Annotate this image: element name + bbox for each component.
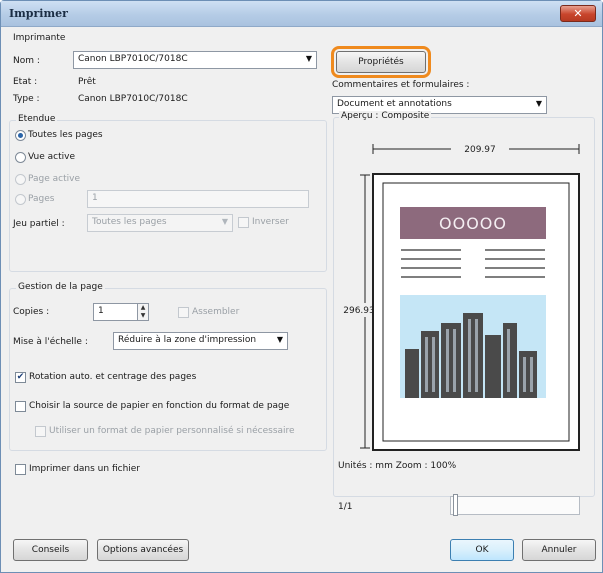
custom-paper-label: Utiliser un format de papier personnalis…: [49, 426, 295, 436]
printer-type-value: Canon LBP7010C/7018C: [78, 94, 188, 104]
preview-circles-text: OOOOO: [439, 214, 507, 233]
copies-label: Copies :: [13, 307, 50, 317]
range-all-label: Toutes les pages: [28, 130, 103, 140]
print-dialog: Imprimer ✕ Imprimante Nom : Canon LBP701…: [0, 0, 603, 573]
collate-label: Assembler: [192, 307, 240, 317]
scaling-value: Réduire à la zone d'impression: [118, 335, 257, 345]
scaling-label: Mise à l'échelle :: [13, 337, 88, 347]
cancel-button[interactable]: Annuler: [522, 539, 596, 561]
printer-type-label: Type :: [13, 94, 40, 104]
height-dim-value: 296.93: [343, 306, 375, 316]
printer-status-label: Etat :: [13, 77, 38, 87]
autorotate-label: Rotation auto. et centrage des pages: [29, 372, 197, 382]
width-dim-value: 209.97: [464, 145, 496, 155]
advanced-options-button[interactable]: Options avancées: [97, 539, 189, 561]
range-all-radio[interactable]: [15, 130, 26, 141]
subset-select[interactable]: Toutes les pages ▼: [87, 214, 233, 232]
reverse-checkbox[interactable]: [238, 217, 249, 228]
cancel-button-label: Annuler: [541, 545, 577, 555]
custom-paper-checkbox[interactable]: [35, 426, 46, 437]
page-handling-group-label: Gestion de la page: [16, 282, 105, 292]
pages-input[interactable]: 1: [87, 190, 309, 208]
printer-status-value: Prêt: [78, 77, 96, 87]
ok-button[interactable]: OK: [450, 539, 514, 561]
scaling-select[interactable]: Réduire à la zone d'impression ▼: [113, 332, 288, 350]
range-current-page-radio[interactable]: [15, 174, 26, 185]
range-group-label: Etendue: [16, 114, 58, 124]
tips-button[interactable]: Conseils: [13, 539, 88, 561]
dropdown-arrow-icon: ▼: [535, 99, 542, 108]
range-current-page-label: Page active: [28, 174, 81, 184]
dialog-title: Imprimer: [9, 7, 68, 20]
checkmark-icon: ✔: [16, 372, 25, 382]
printer-name-select[interactable]: Canon LBP7010C/7018C ▼: [73, 51, 317, 69]
page-indicator: 1/1: [338, 502, 353, 512]
tips-button-label: Conseils: [31, 545, 70, 555]
autorotate-checkbox[interactable]: ✔: [15, 372, 26, 383]
page-slider-thumb[interactable]: [453, 494, 458, 516]
page-slider[interactable]: [450, 496, 580, 515]
title-bar[interactable]: Imprimer ✕: [1, 1, 602, 27]
dropdown-arrow-icon: ▼: [276, 335, 283, 344]
subset-value: Toutes les pages: [92, 217, 167, 227]
copies-value: 1: [98, 306, 104, 316]
range-pages-radio[interactable]: [15, 194, 26, 205]
dropdown-arrow-icon: ▼: [221, 217, 228, 226]
close-icon: ✕: [573, 7, 583, 20]
paper-source-label: Choisir la source de papier en fonction …: [29, 401, 290, 411]
printer-name-label: Nom :: [13, 56, 40, 66]
pages-input-value: 1: [92, 193, 98, 203]
spin-arrows-icon[interactable]: ▲ ▼: [137, 303, 149, 321]
print-to-file-label: Imprimer dans un fichier: [29, 464, 141, 474]
units-zoom-text: Unités : mm Zoom : 100%: [338, 461, 457, 471]
printer-group-label: Imprimante: [13, 33, 66, 43]
paper-source-checkbox[interactable]: [15, 401, 26, 412]
advanced-options-label: Options avancées: [102, 545, 184, 555]
collate-checkbox[interactable]: [178, 307, 189, 318]
copies-input[interactable]: 1: [93, 303, 139, 321]
printer-name-value: Canon LBP7010C/7018C: [78, 54, 188, 64]
properties-button[interactable]: Propriétés: [331, 46, 431, 78]
subset-label: Jeu partiel :: [13, 219, 65, 229]
properties-button-label: Propriétés: [358, 57, 404, 67]
range-pages-label: Pages: [28, 194, 55, 204]
print-to-file-checkbox[interactable]: [15, 464, 26, 475]
page-preview: 209.97 296.93 OOOOO: [343, 142, 580, 451]
comments-label: Commentaires et formulaires :: [332, 80, 470, 90]
comments-value: Document et annotations: [337, 99, 452, 109]
close-button[interactable]: ✕: [560, 5, 596, 22]
dropdown-arrow-icon: ▼: [305, 54, 312, 63]
range-current-view-radio[interactable]: [15, 152, 26, 163]
ok-button-label: OK: [475, 545, 489, 555]
reverse-label: Inverser: [252, 217, 289, 227]
range-current-view-label: Vue active: [28, 152, 76, 162]
